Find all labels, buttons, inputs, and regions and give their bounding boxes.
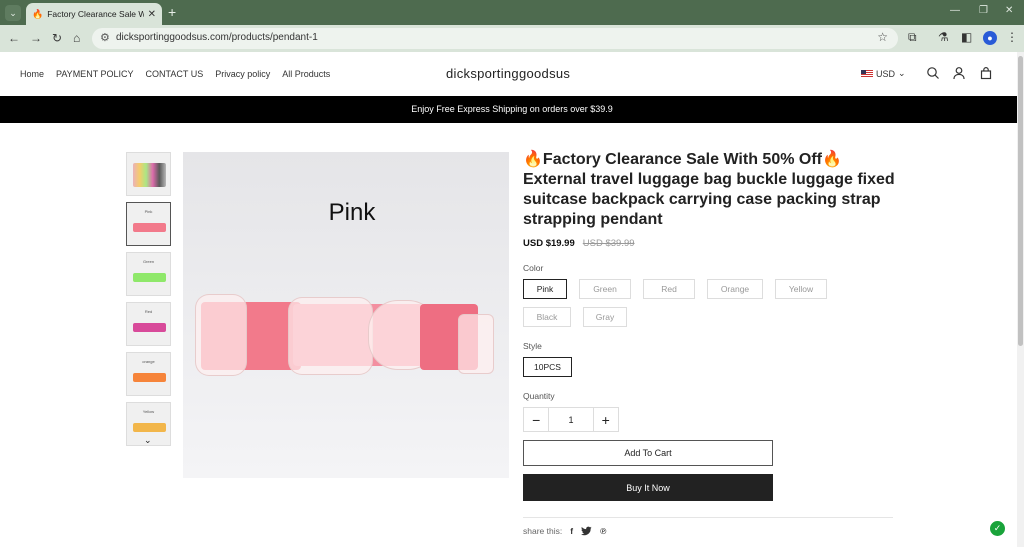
thumbnail-green[interactable]: Green [126, 252, 171, 296]
color-option-green[interactable]: Green [579, 279, 631, 299]
menu-item-home[interactable]: Home [20, 69, 44, 79]
quantity-input[interactable]: 1 [548, 408, 594, 431]
quantity-stepper: − 1 + [523, 407, 619, 432]
store-header: Home PAYMENT POLICY CONTACT US Privacy p… [0, 52, 1024, 96]
twitter-icon[interactable] [581, 526, 592, 536]
address-bar[interactable]: ⚙ dicksportinggoodsus.com/products/penda… [92, 28, 898, 49]
color-options: Pink Green Red Orange Yellow Black Gray [523, 279, 883, 327]
style-options: 10PCS [523, 357, 883, 377]
tab-favicon-icon: 🔥 [32, 8, 44, 19]
color-option-yellow[interactable]: Yellow [775, 279, 827, 299]
color-option-label: Color [523, 263, 544, 273]
browser-tab-active[interactable]: 🔥 Factory Clearance Sale With 50% Off ✕ [26, 3, 162, 25]
thumbnail-swatch [133, 273, 166, 282]
pinterest-icon[interactable]: ℗ [600, 526, 606, 536]
add-to-cart-button[interactable]: Add To Cart [523, 440, 773, 466]
share-row: share this: f ℗ [523, 526, 895, 536]
thumbnail-0[interactable] [126, 152, 171, 196]
browser-toolbar: ← → ↻ ⌂ ⚙ dicksportinggoodsus.com/produc… [0, 25, 1024, 52]
thumbnail-swatch [133, 223, 166, 232]
thumbnail-label: Red [144, 309, 153, 314]
new-tab-button[interactable]: + [168, 4, 176, 20]
color-option-orange[interactable]: Orange [707, 279, 763, 299]
search-icon[interactable] [926, 66, 940, 80]
help-chat-icon[interactable]: ✓ [990, 521, 1005, 536]
product-title: 🔥Factory Clearance Sale With 50% Off🔥 Ex… [523, 151, 895, 228]
forward-icon[interactable]: → [30, 31, 42, 45]
share-label: share this: [523, 526, 563, 536]
browser-tabbar: ⌄ 🔥 Factory Clearance Sale With 50% Off … [0, 0, 1024, 25]
buckle-left [195, 294, 247, 376]
extensions-icon[interactable]: ⧉ [908, 30, 917, 45]
thumbnail-swatch [133, 373, 166, 382]
site-info-icon[interactable]: ⚙ [100, 31, 110, 44]
back-icon[interactable]: ← [8, 31, 20, 45]
thumbnail-red[interactable]: Red [126, 302, 171, 346]
thumbnail-orange[interactable]: orange [126, 352, 171, 396]
buckle-right [458, 314, 494, 374]
image-color-label: Pink [328, 199, 376, 226]
home-icon[interactable]: ⌂ [73, 31, 80, 45]
thumbnail-swatch [133, 423, 166, 432]
chevron-down-icon: ⌄ [898, 68, 906, 78]
buy-now-button[interactable]: Buy It Now [523, 474, 773, 501]
menu-item-contact-us[interactable]: CONTACT US [146, 69, 204, 79]
bookmark-star-icon[interactable]: ☆ [877, 30, 888, 44]
style-option-10pcs[interactable]: 10PCS [523, 357, 572, 377]
color-option-red[interactable]: Red [643, 279, 695, 299]
color-option-pink[interactable]: Pink [523, 279, 567, 299]
color-option-black[interactable]: Black [523, 307, 571, 327]
tab-close-icon[interactable]: ✕ [148, 9, 156, 20]
compare-price: USD $39.99 [582, 238, 635, 249]
currency-selector[interactable]: USD ⌄ [861, 68, 906, 79]
side-panel-icon[interactable]: ◧ [961, 30, 972, 44]
account-icon[interactable] [952, 66, 966, 80]
thumbnail-label: Yellow [142, 409, 155, 414]
profile-avatar-icon[interactable]: ● [983, 31, 997, 45]
buckle-middle [288, 297, 373, 375]
address-url: dicksportinggoodsus.com/products/pendant… [116, 32, 318, 43]
reload-icon[interactable]: ↻ [52, 31, 62, 45]
thumbnail-label: Pink [144, 209, 153, 214]
tab-search-button[interactable]: ⌄ [5, 5, 21, 21]
menu-item-privacy-policy[interactable]: Privacy policy [215, 69, 270, 79]
labs-icon[interactable]: ⚗ [938, 30, 949, 44]
product-info: 🔥Factory Clearance Sale With 50% Off🔥 Ex… [523, 150, 895, 536]
menu-item-payment-policy[interactable]: PAYMENT POLICY [56, 69, 134, 79]
thumbnail-swatch [133, 163, 166, 187]
main-menu: Home PAYMENT POLICY CONTACT US Privacy p… [20, 69, 330, 79]
facebook-icon[interactable]: f [570, 526, 573, 536]
price-row: USD $19.99 USD $39.99 [523, 238, 895, 249]
menu-item-all-products[interactable]: All Products [282, 69, 330, 79]
browser-menu-icon[interactable]: ⋮ [1006, 30, 1018, 44]
restore-icon[interactable]: ❐ [979, 5, 988, 16]
cart-icon[interactable] [979, 66, 993, 80]
thumbnail-pink[interactable]: Pink [126, 202, 171, 246]
thumbnail-list: Pink Green Red orange Yellow [126, 152, 171, 452]
currency-label: USD [876, 68, 896, 79]
scrollbar-thumb[interactable] [1018, 56, 1023, 346]
store-logo[interactable]: dicksportinggoodsus [446, 66, 570, 81]
thumbnail-label: Green [142, 259, 155, 264]
announcement-bar: Enjoy Free Express Shipping on orders ov… [0, 96, 1024, 123]
us-flag-icon [861, 69, 873, 78]
minimize-icon[interactable]: — [950, 5, 960, 16]
quantity-decrease-button[interactable]: − [524, 408, 548, 431]
main-product-image[interactable]: Pink [183, 152, 509, 478]
color-option-gray[interactable]: Gray [583, 307, 627, 327]
product-price: USD $19.99 [523, 238, 575, 249]
tab-title: Factory Clearance Sale With 50% Off [47, 9, 144, 19]
style-option-label: Style [523, 341, 542, 351]
window-close-icon[interactable]: ✕ [1005, 5, 1013, 16]
thumbnail-label: orange [142, 359, 155, 364]
quantity-label: Quantity [523, 391, 555, 401]
thumbnail-scroll-down-icon[interactable]: ⌄ [144, 435, 152, 446]
divider [523, 517, 893, 518]
thumbnail-swatch [133, 323, 166, 332]
quantity-increase-button[interactable]: + [594, 408, 618, 431]
